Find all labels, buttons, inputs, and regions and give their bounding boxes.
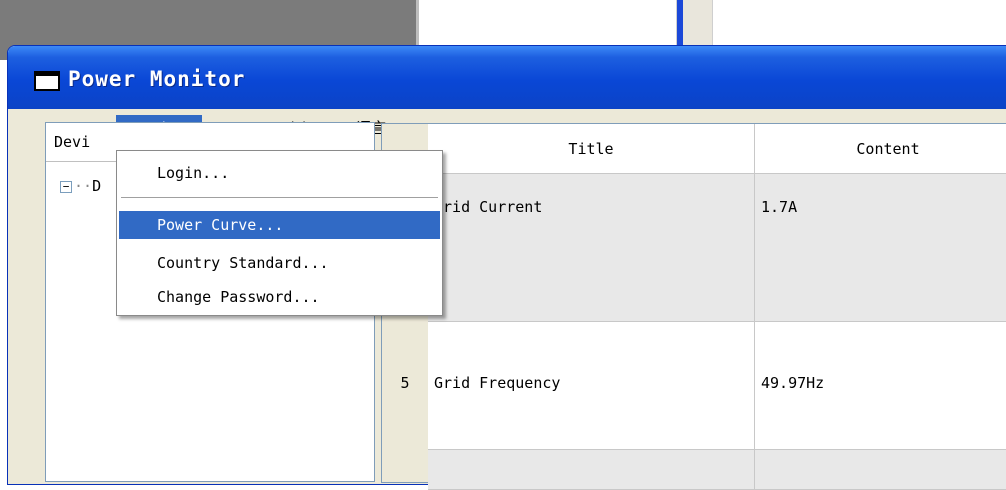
tree-node-label: D [92, 177, 102, 195]
column-header-title[interactable]: Title [428, 124, 755, 174]
collapse-icon[interactable]: − [60, 180, 72, 193]
window-app-icon [34, 71, 60, 91]
table-row[interactable]: Grid Frequency 49.97Hz [428, 322, 1006, 450]
menu-item-power-curve[interactable]: Power Curve... [119, 211, 440, 239]
settings-dropdown-menu: Login... Power Curve... Country Standard… [116, 150, 443, 316]
cell-title: Grid Current [434, 198, 543, 216]
menu-item-change-password[interactable]: Change Password... [119, 283, 440, 311]
column-header-content[interactable]: Content [755, 124, 1006, 174]
row-number: 5 [400, 374, 410, 392]
cell-content: 1.7A [761, 198, 798, 216]
menu-item-login[interactable]: Login... [119, 159, 440, 187]
menu-item-country-standard[interactable]: Country Standard... [119, 249, 440, 277]
title-bar[interactable]: Power Monitor [8, 46, 1006, 109]
menu-separator [121, 197, 438, 199]
cell-title: Grid Frequency [434, 374, 561, 392]
table-row[interactable] [428, 450, 1006, 490]
cell-content: 49.97Hz [761, 374, 825, 392]
data-grid[interactable]: Title Content Grid Current 1.7A Grid Fre… [381, 123, 1006, 490]
window-title: Power Monitor [68, 67, 246, 91]
table-row[interactable]: Grid Current 1.7A [428, 174, 1006, 322]
tree-connector-icon: ·· [74, 177, 93, 195]
tree-node[interactable]: − ··D [60, 177, 101, 195]
